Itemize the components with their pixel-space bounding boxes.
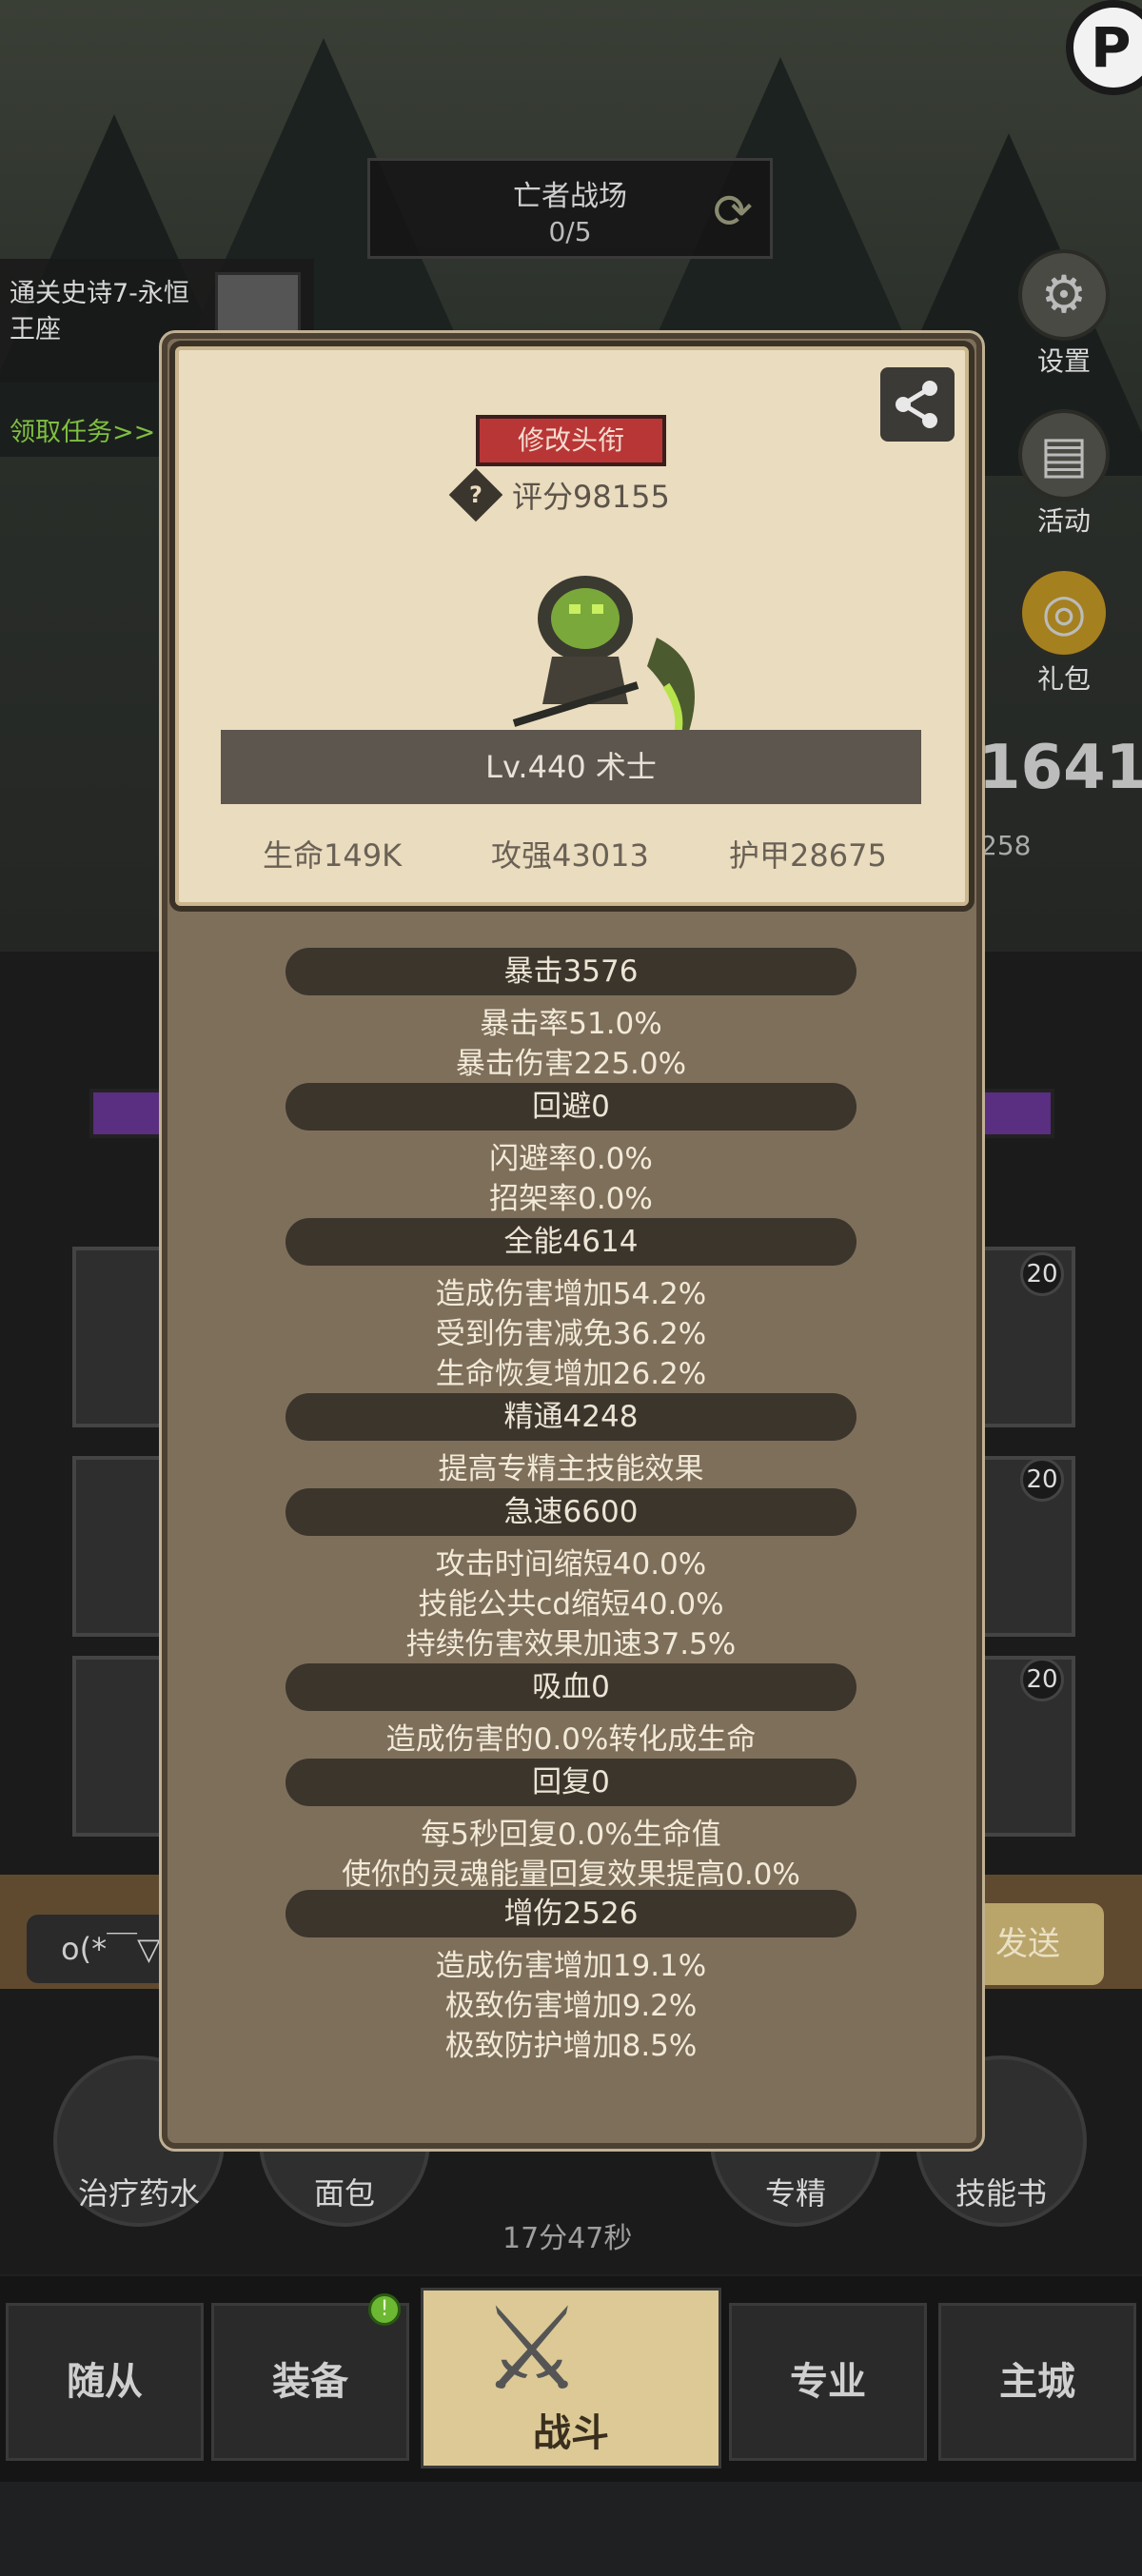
stat-armor: 护甲28675: [729, 837, 887, 874]
section-header-regen: 回复0: [286, 1759, 856, 1806]
share-button[interactable]: [880, 367, 955, 442]
sub-number: 258: [980, 830, 1032, 861]
section-header-leech: 吸血0: [286, 1663, 856, 1711]
gift-button[interactable]: ◎ 礼包: [1007, 567, 1121, 697]
battlefield-banner[interactable]: 亡者战场 0/5 ⟳: [367, 158, 773, 259]
power-number: 1641: [978, 733, 1142, 803]
tab-main-city[interactable]: 主城: [938, 2303, 1136, 2461]
gift-label: 礼包: [1036, 663, 1091, 695]
score-value: 评分98155: [512, 479, 670, 515]
slot-level-badge: 20: [1020, 1458, 1064, 1502]
stat-line: 受到伤害减免36.2%: [435, 1317, 707, 1351]
slot-level-badge: 20: [1020, 1658, 1064, 1701]
share-icon: [896, 381, 937, 428]
battlefield-title: 亡者战场: [513, 180, 627, 213]
settings-button[interactable]: ⚙ 设置: [1007, 249, 1121, 379]
quest-name: 通关史诗7-永恒王座: [10, 279, 189, 344]
stat-line: 每5秒回复0.0%生命值: [421, 1818, 721, 1852]
section-header-versatility: 全能4614: [286, 1218, 856, 1266]
stat-line: 造成伤害增加54.2%: [435, 1277, 707, 1311]
stat-line: 使你的灵魂能量回复效果提高0.0%: [342, 1858, 800, 1892]
stat-line: 造成伤害的0.0%转化成生命: [385, 1722, 757, 1757]
stat-line: 提高专精主技能效果: [438, 1452, 704, 1486]
settings-label: 设置: [1036, 345, 1091, 377]
progress-bar-right: [978, 1089, 1054, 1138]
stat-line: 技能公共cd缩短40.0%: [418, 1587, 724, 1622]
refresh-icon[interactable]: ⟳: [713, 184, 753, 239]
stat-line: 极致防护增加8.5%: [444, 2029, 698, 2063]
stat-line: 造成伤害增加19.1%: [435, 1949, 707, 1983]
section-header-mastery: 精通4248: [286, 1393, 856, 1441]
notification-badge: !: [368, 2293, 401, 2326]
stat-line: 生命恢复增加26.2%: [435, 1357, 707, 1391]
score-row: ? 评分98155: [448, 467, 670, 522]
level-class: Lv.440 术士: [221, 730, 921, 804]
section-header-damage-bonus: 增伤2526: [286, 1890, 856, 1937]
tab-followers[interactable]: 随从: [6, 2303, 204, 2461]
item-label: 面包: [313, 2175, 375, 2212]
tab-equipment[interactable]: 装备: [211, 2303, 409, 2461]
stat-attack: 攻强43013: [491, 837, 649, 874]
question-icon[interactable]: ?: [448, 467, 503, 522]
stat-line: 闪避率0.0%: [489, 1142, 653, 1176]
chat-input[interactable]: o(*￣▽: [27, 1915, 169, 1983]
gift-icon: ◎: [1018, 567, 1110, 659]
section-header-crit: 暴击3576: [286, 948, 856, 995]
stat-hp: 生命149K: [263, 837, 403, 874]
crossed-swords-icon: ⚔: [481, 2284, 583, 2416]
stat-line: 暴击伤害225.0%: [455, 1047, 687, 1081]
calendar-icon: ▤: [1018, 409, 1110, 501]
activity-label: 活动: [1036, 505, 1091, 537]
quest-link[interactable]: 领取任务>>: [10, 411, 155, 448]
edit-title-button[interactable]: 修改头衔: [476, 415, 666, 466]
stat-line: 极致伤害增加9.2%: [444, 1989, 698, 2023]
item-label: 专精: [764, 2175, 826, 2212]
activity-button[interactable]: ▤ 活动: [1007, 409, 1121, 539]
gear-icon: ⚙: [1018, 249, 1110, 341]
stat-line: 持续伤害效果加速37.5%: [405, 1627, 737, 1662]
stat-line: 暴击率51.0%: [480, 1007, 662, 1041]
slot-level-badge: 20: [1020, 1252, 1064, 1296]
section-header-avoidance: 回避0: [286, 1083, 856, 1131]
character-avatar: [512, 576, 695, 742]
battle-timer: 17分47秒: [502, 2222, 633, 2255]
stat-line: 招架率0.0%: [489, 1182, 653, 1216]
tab-profession[interactable]: 专业: [729, 2303, 927, 2461]
item-label: 治疗药水: [77, 2175, 200, 2212]
stat-line: 攻击时间缩短40.0%: [435, 1547, 707, 1582]
item-label: 技能书: [955, 2175, 1047, 2212]
section-header-haste: 急速6600: [286, 1488, 856, 1536]
battlefield-progress: 0/5: [548, 216, 592, 247]
